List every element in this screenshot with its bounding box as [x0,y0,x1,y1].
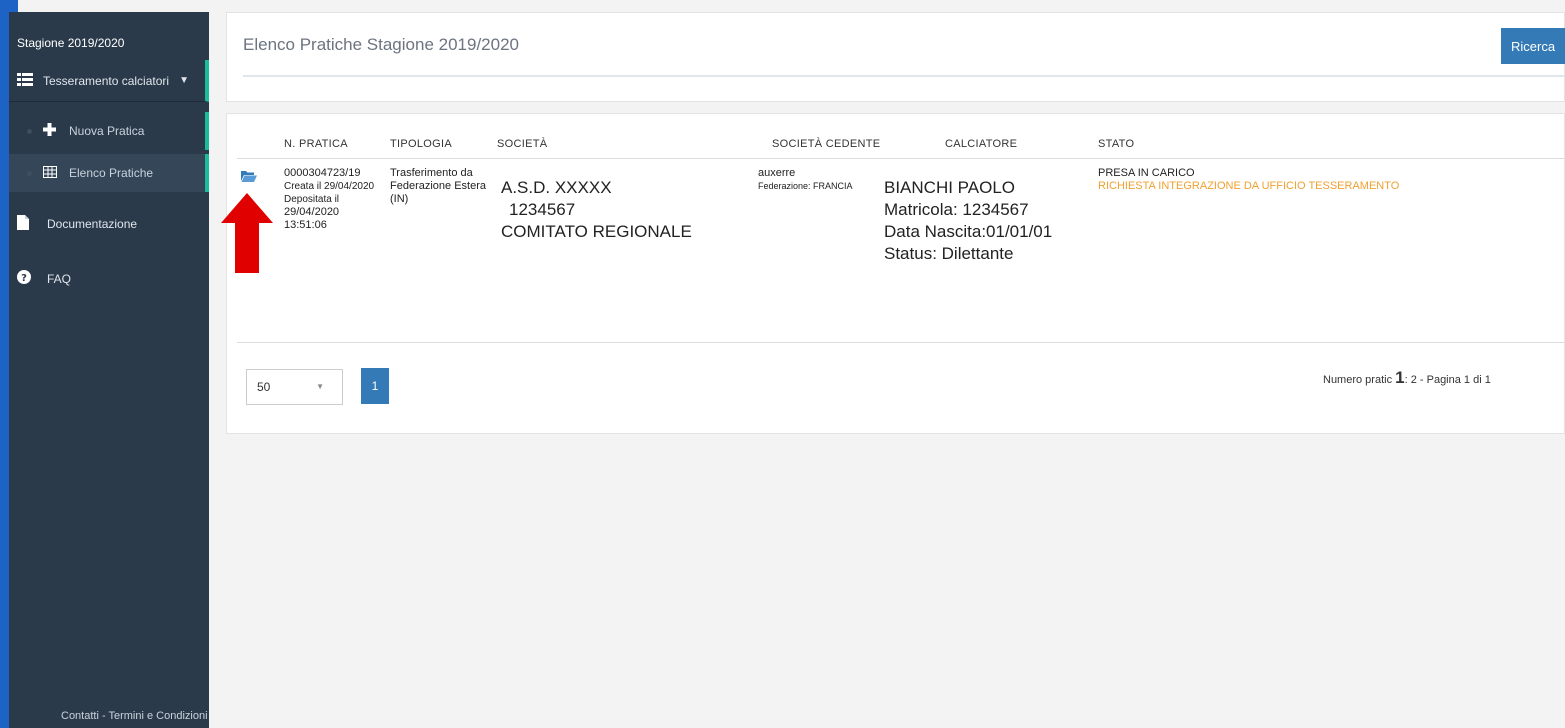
sidebar-item-documentazione[interactable]: Documentazione [9,204,209,244]
calciatore-data-nascita: Data Nascita:01/01/01 [884,222,1053,241]
pratica-depositata-label: Depositata il [284,194,340,205]
tipologia-line: Federazione Estera [390,180,486,192]
table-icon [43,165,59,181]
column-header-societa: SOCIETÀ [497,138,548,150]
left-blue-border [0,0,9,728]
calciatore-matricola: Matricola: 1234567 [884,200,1029,219]
footer-divider [237,342,1565,343]
sidebar-group-label: Tesseramento calciatori [43,73,170,88]
sidebar: Stagione 2019/2020 Tesseramento calciato… [9,12,209,728]
bullet-dot [27,128,32,134]
pratica-depositata-time: 13:51:06 [284,219,327,231]
pratica-depositata-date: 29/04/2020 [284,206,340,218]
top-blue-corner [0,0,18,12]
calciatore-cell: BIANCHI PAOLO Matricola: 1234567 Data Na… [884,177,1052,265]
sidebar-item-faq[interactable]: ? FAQ [9,259,209,299]
question-circle-icon: ? [17,270,37,288]
stato-cell: PRESA IN CARICO RICHIESTA INTEGRAZIONE D… [1098,167,1399,193]
pagination-info-prefix: Numero pratic [1323,374,1393,386]
cedente-nome: auxerre [758,167,796,179]
page-size-value: 50 [257,380,271,394]
header-divider [237,158,1565,159]
sidebar-item-label: Nuova Pratica [69,124,145,138]
sidebar-item-nuova-pratica[interactable]: Nuova Pratica [9,112,209,150]
search-button[interactable]: Ricerca [1501,28,1565,64]
column-header-numero: N. PRATICA [284,138,348,150]
page-header-panel: Elenco Pratiche Stagione 2019/2020 Ricer… [226,12,1565,102]
chevron-down-icon: ▼ [179,75,189,86]
column-header-stato: STATO [1098,138,1135,150]
societa-cell: A.S.D. XXXXX 1234567 COMITATO REGIONALE [501,177,692,243]
pagination-info: Numero pratic 1: 2 - Pagina 1 di 1 [1323,368,1491,388]
footer-links[interactable]: Contatti - Termini e Condizioni [61,710,208,722]
sidebar-item-label: Elenco Pratiche [69,166,154,180]
season-label: Stagione 2019/2020 [17,36,125,50]
column-header-societa-cedente: SOCIETÀ CEDENTE [772,138,881,150]
calciatore-nome: BIANCHI PAOLO [884,178,1015,197]
pagination-page-button[interactable]: 1 [361,368,389,404]
pratica-numero: 0000304723/19 [284,167,361,179]
table-row: 0000304723/19 Creata il 29/04/2020 Depos… [284,167,374,232]
folder-open-icon[interactable] [241,170,257,182]
sidebar-item-label: FAQ [47,272,72,286]
pratica-creata: Creata il 29/04/2020 [284,181,375,192]
column-header-tipologia: TIPOLOGIA [390,138,452,150]
bullet-dot [27,170,32,176]
stato-label: PRESA IN CARICO [1098,167,1195,179]
document-icon [17,214,37,234]
page-size-select[interactable]: 50 ▼ [246,369,343,405]
plus-icon [43,123,59,139]
sidebar-item-label: Documentazione [47,217,138,231]
stato-dettaglio: RICHIESTA INTEGRAZIONE DA UFFICIO TESSER… [1098,180,1400,192]
tipologia-line: Trasferimento da [390,167,473,179]
table-list-icon [17,72,35,89]
societa-cedente-cell: auxerre Federazione: FRANCIA [758,167,875,193]
page-title: Elenco Pratiche Stagione 2019/2020 [243,35,519,54]
pratiche-table-panel: N. PRATICA TIPOLOGIA SOCIETÀ SOCIETÀ CED… [226,113,1565,434]
svg-text:?: ? [21,273,27,284]
societa-comitato: COMITATO REGIONALE [501,222,692,241]
calciatore-status: Status: Dilettante [884,244,1014,263]
red-arrow-annotation-icon [221,193,273,273]
tipologia-cell: Trasferimento da Federazione Estera (IN) [390,167,486,206]
title-divider [243,75,1565,77]
societa-matricola: 1234567 [509,200,576,219]
caret-down-icon: ▼ [316,382,324,391]
sidebar-item-elenco-pratiche[interactable]: Elenco Pratiche [9,154,209,192]
cedente-federazione: Federazione: FRANCIA [758,181,853,191]
column-header-calciatore: CALCIATORE [945,138,1018,150]
sidebar-group-tesseramento[interactable]: Tesseramento calciatori ▼ [9,60,209,102]
pagination-info-count: 1 [1395,368,1405,387]
pagination-info-suffix: : 2 - Pagina 1 di 1 [1404,374,1491,386]
societa-nome: A.S.D. XXXXX [501,178,612,197]
tipologia-line: (IN) [390,193,409,205]
